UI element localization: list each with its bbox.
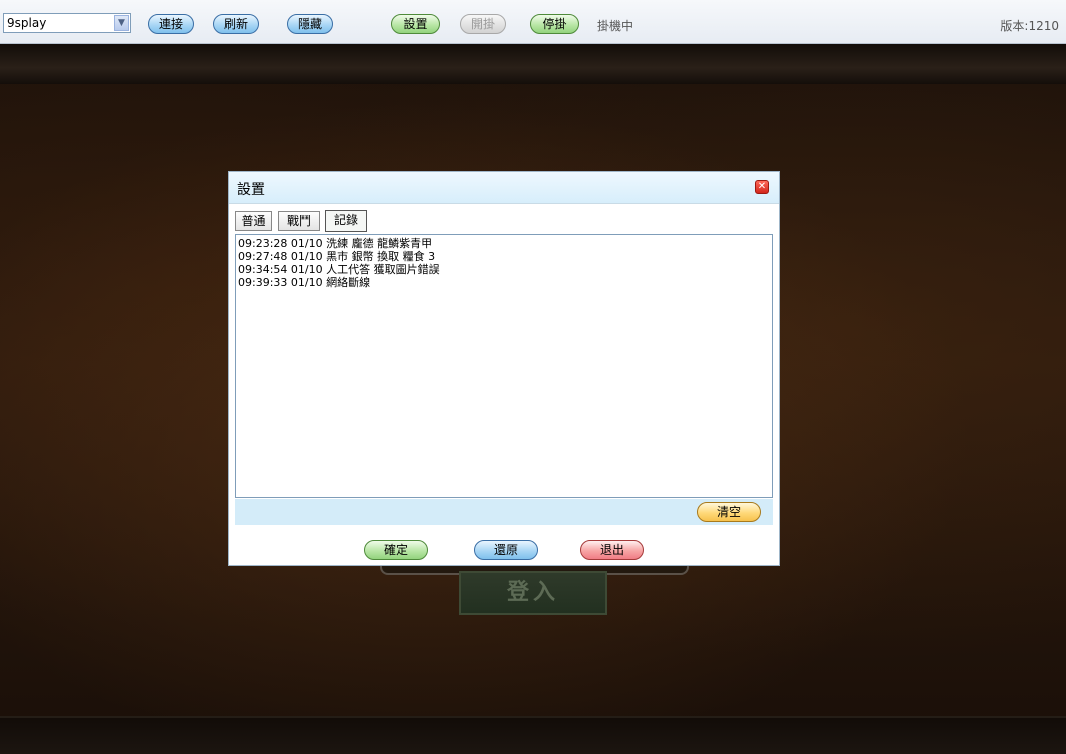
- game-bottom-band: [0, 716, 1066, 754]
- tab-battle[interactable]: 戰鬥: [278, 211, 320, 231]
- start-bot-button: 開掛: [460, 14, 506, 34]
- connect-button[interactable]: 連接: [148, 14, 194, 34]
- settings-button[interactable]: 設置: [391, 14, 440, 34]
- restore-button[interactable]: 還原: [474, 540, 538, 560]
- bot-status-text: 掛機中: [597, 19, 634, 33]
- log-line: 09:34:54 01/10 人工代答 獲取圖片錯誤: [238, 263, 440, 276]
- log-line: 09:23:28 01/10 洗練 龐德 龍鱗紫青甲: [238, 237, 433, 250]
- game-top-band: [0, 44, 1066, 84]
- game-login-button[interactable]: 登入: [459, 571, 607, 615]
- exit-button[interactable]: 退出: [580, 540, 644, 560]
- dialog-footer: 確定 還原 退出: [229, 530, 779, 565]
- hide-button[interactable]: 隱藏: [287, 14, 333, 34]
- log-line: 09:39:33 01/10 網絡斷線: [238, 276, 371, 289]
- tab-general[interactable]: 普通: [235, 211, 272, 231]
- log-action-bar: 清空: [235, 499, 773, 525]
- server-select-value: 9splay: [7, 16, 47, 30]
- log-line: 09:27:48 01/10 黑市 銀幣 換取 糧食 3: [238, 250, 436, 263]
- top-toolbar: 9splay ▼ 連接 刷新 隱藏 設置 開掛 停掛 掛機中 版本:1210: [0, 0, 1066, 44]
- refresh-button[interactable]: 刷新: [213, 14, 259, 34]
- clear-log-button[interactable]: 清空: [697, 502, 761, 522]
- ok-button[interactable]: 確定: [364, 540, 428, 560]
- log-list[interactable]: 09:23:28 01/10 洗練 龐德 龍鱗紫青甲 09:27:48 01/1…: [235, 234, 773, 498]
- version-text: 版本:1210: [1000, 19, 1059, 33]
- close-icon[interactable]: ✕: [755, 180, 769, 194]
- stop-bot-button[interactable]: 停掛: [530, 14, 579, 34]
- dialog-title: 設置: [237, 182, 265, 198]
- server-select[interactable]: 9splay ▼: [3, 13, 131, 33]
- chevron-down-icon[interactable]: ▼: [114, 15, 129, 31]
- settings-dialog: 設置 ✕ 普通 戰鬥 記錄 09:23:28 01/10 洗練 龐德 龍鱗紫青甲…: [228, 171, 780, 566]
- tab-log[interactable]: 記錄: [325, 210, 367, 232]
- dialog-title-bar: 設置 ✕: [229, 172, 779, 204]
